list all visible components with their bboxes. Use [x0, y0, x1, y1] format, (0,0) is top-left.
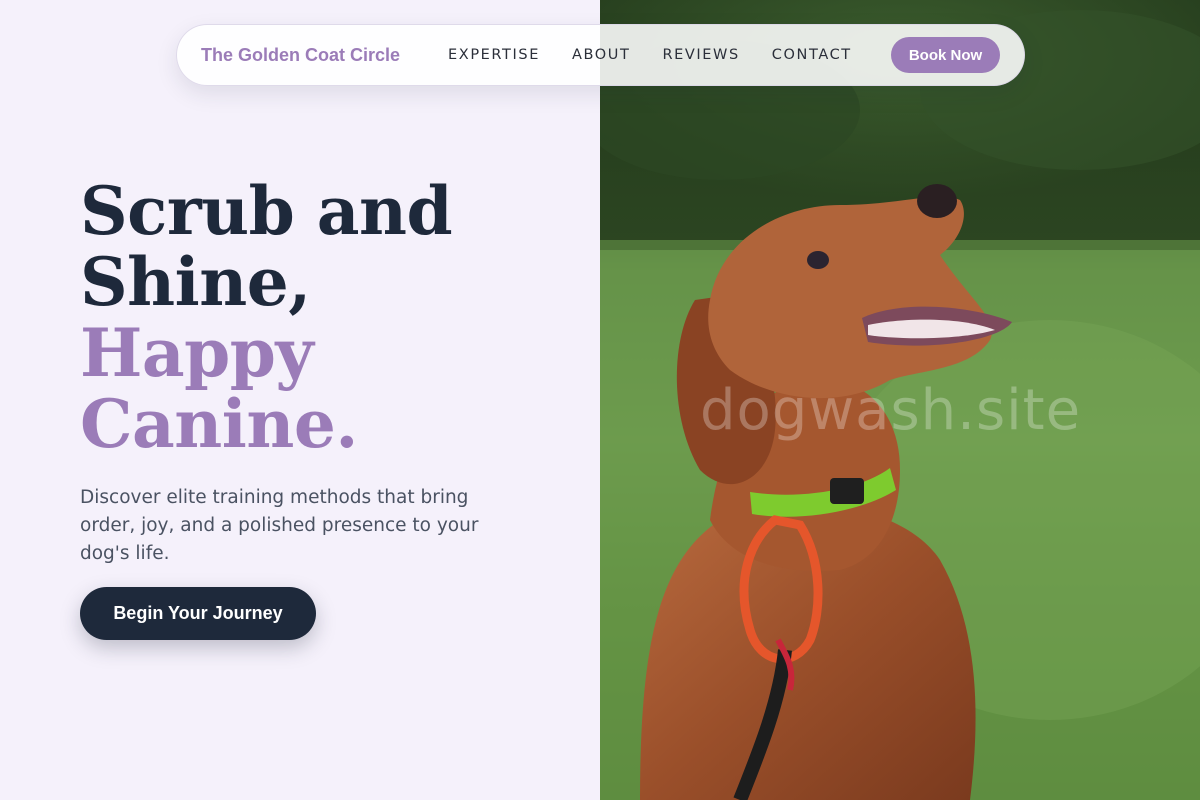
nav-links: EXPERTISE ABOUT REVIEWS CONTACT: [448, 47, 852, 63]
hero-title-accent-line: Canine.: [80, 385, 358, 463]
dog-illustration: [600, 0, 1200, 800]
nav-link-expertise[interactable]: EXPERTISE: [448, 47, 540, 63]
top-navigation: The Golden Coat Circle EXPERTISE ABOUT R…: [176, 24, 1025, 86]
begin-journey-button[interactable]: Begin Your Journey: [80, 587, 316, 640]
hero-subtitle: Discover elite training methods that bri…: [80, 487, 479, 564]
nav-link-about[interactable]: ABOUT: [572, 47, 631, 63]
book-now-button[interactable]: Book Now: [891, 37, 1000, 73]
hero-title-line: Shine,: [80, 243, 311, 321]
hero-photo: [600, 0, 1200, 800]
hero-title-line: Scrub and: [80, 172, 453, 250]
hero-title: Scrub and Shine, Happy Canine.: [80, 172, 453, 463]
nav-link-contact[interactable]: CONTACT: [772, 47, 852, 63]
hero-title-accent-line: Happy: [80, 314, 314, 392]
nav-link-reviews[interactable]: REVIEWS: [662, 47, 739, 63]
brand-logo-text[interactable]: The Golden Coat Circle: [201, 45, 400, 66]
